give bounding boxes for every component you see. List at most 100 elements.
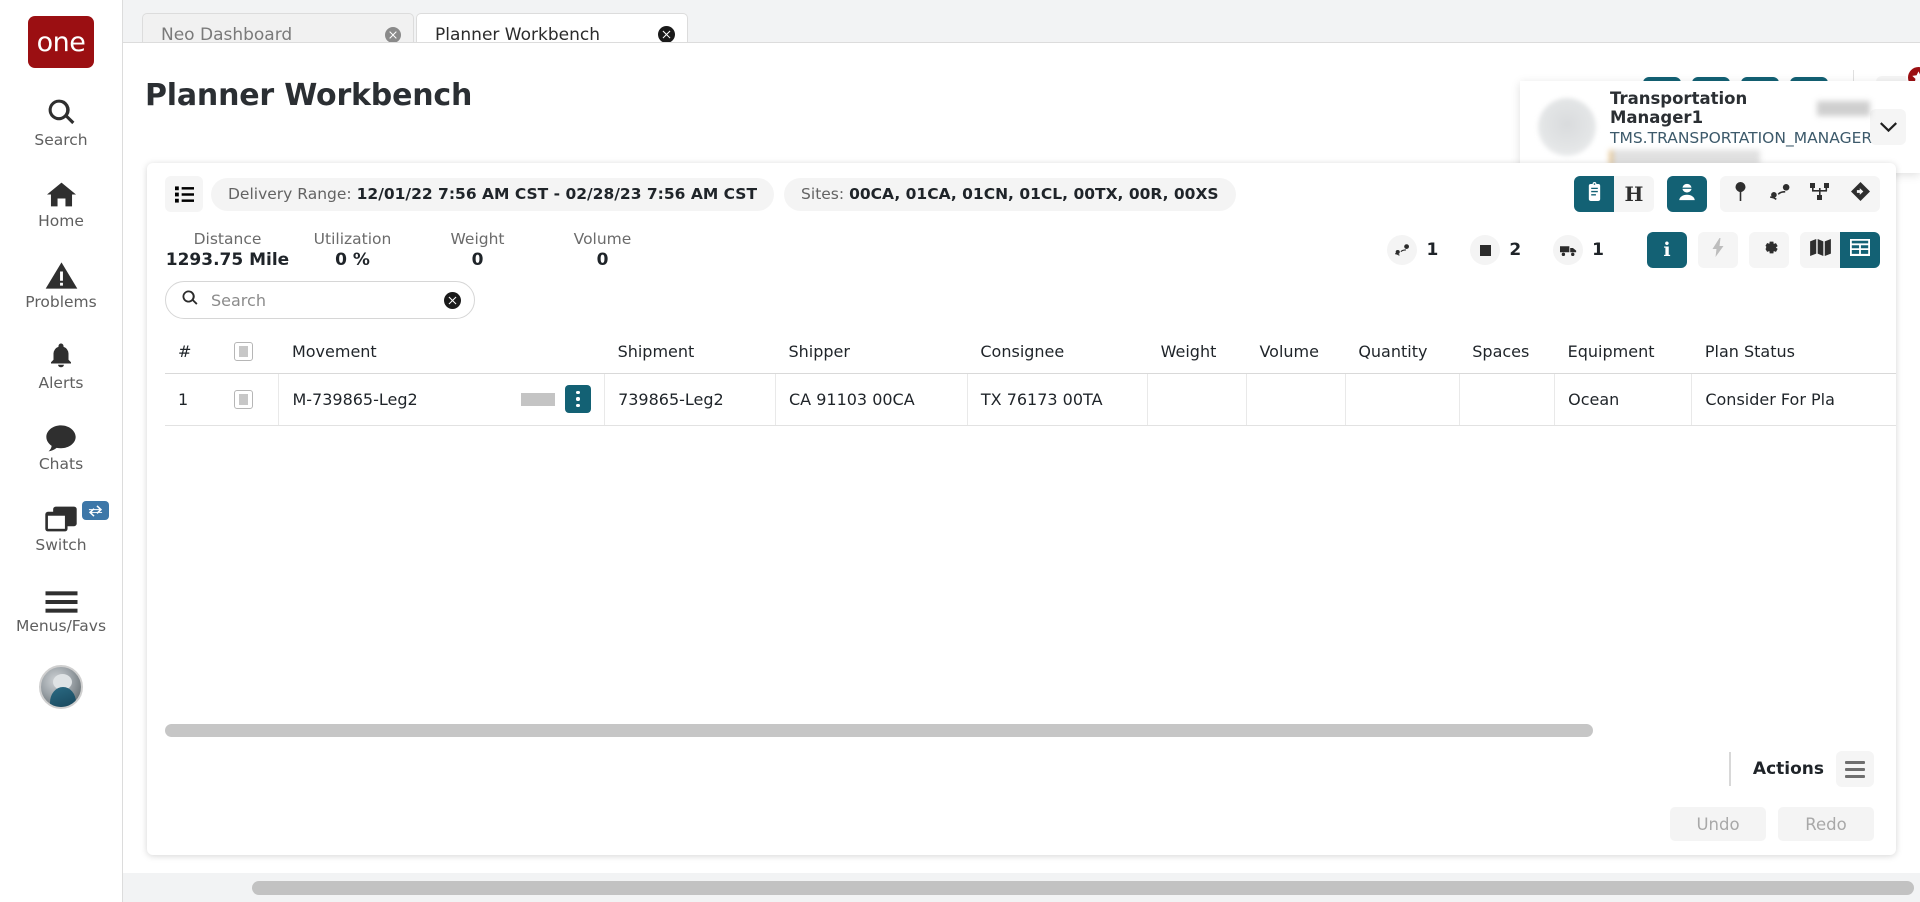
settings-button[interactable] xyxy=(1749,232,1789,268)
brand-logo[interactable]: one xyxy=(28,16,94,68)
avatar xyxy=(1538,98,1596,156)
stat-value: 1293.75 Mile xyxy=(165,250,290,270)
table-header-row: # Movement Shipment Shipper Consignee We… xyxy=(165,331,1896,374)
grid-view-button[interactable] xyxy=(1840,232,1880,268)
history-view-toggle[interactable]: H xyxy=(1614,176,1654,212)
stat-label: Volume xyxy=(573,230,632,248)
column-header-weight[interactable]: Weight xyxy=(1147,331,1247,374)
cell-quantity xyxy=(1345,373,1460,426)
column-header-equipment[interactable]: Equipment xyxy=(1554,331,1692,374)
info-panel-button[interactable]: i xyxy=(1647,232,1687,268)
stat-distance: Distance 1293.75 Mile xyxy=(165,230,290,270)
chevron-down-icon[interactable] xyxy=(1870,109,1906,145)
actions-menu-button[interactable] xyxy=(1836,751,1874,787)
column-header-movement[interactable]: Movement xyxy=(278,331,605,374)
cell-select[interactable] xyxy=(220,373,280,426)
user-profile-card[interactable]: Transportation Manager1 TMS.TRANSPORTATI… xyxy=(1520,81,1920,173)
close-circle-icon[interactable] xyxy=(385,26,401,43)
cell-consignee: TX 76173 00TA xyxy=(967,373,1149,426)
route-icon xyxy=(1769,183,1791,205)
sidebar-item-problems[interactable]: Problems xyxy=(0,252,122,311)
cell-shipper: CA 91103 00CA xyxy=(775,373,968,426)
sidebar-item-menus-favs[interactable]: Menus/Favs xyxy=(0,576,122,635)
close-circle-icon[interactable] xyxy=(444,291,461,309)
row-menu-button[interactable] xyxy=(565,385,592,413)
column-header-index[interactable]: # xyxy=(165,331,221,374)
column-header-select[interactable] xyxy=(220,331,279,374)
sidebar-item-label: Search xyxy=(34,131,88,149)
route-icon xyxy=(1387,235,1418,265)
stats-row: Distance 1293.75 Mile Utilization 0 % We… xyxy=(147,221,1896,279)
cell-volume xyxy=(1246,373,1346,426)
column-header-shipper[interactable]: Shipper xyxy=(775,331,968,374)
stats-right-tools: 1 2 1 i xyxy=(1387,232,1880,268)
filter-pill-delivery-range[interactable]: Delivery Range: 12/01/22 7:56 AM CST - 0… xyxy=(211,177,775,211)
close-circle-icon[interactable] xyxy=(658,26,675,43)
view-toggle-group xyxy=(1800,232,1880,268)
undo-button[interactable]: Undo xyxy=(1670,807,1766,841)
sidebar-item-label: Problems xyxy=(25,293,97,311)
search-input[interactable] xyxy=(211,290,444,310)
direction-tool[interactable] xyxy=(1840,176,1880,212)
column-header-quantity[interactable]: Quantity xyxy=(1345,331,1460,374)
results-table: # Movement Shipment Shipper Consignee We… xyxy=(165,331,1896,426)
sidebar-item-alerts[interactable]: Alerts xyxy=(0,333,122,392)
select-all-checkbox[interactable] xyxy=(233,342,253,362)
avatar[interactable] xyxy=(39,665,83,709)
hamburger-icon xyxy=(1845,760,1865,778)
route-tool[interactable] xyxy=(1760,176,1800,212)
sidebar-item-search[interactable]: Search xyxy=(0,90,122,149)
redo-button[interactable]: Redo xyxy=(1778,807,1874,841)
planner-person-icon xyxy=(1677,182,1697,207)
cell-index: 1 xyxy=(165,373,221,426)
workbench-card: Delivery Range: 12/01/22 7:56 AM CST - 0… xyxy=(147,163,1896,855)
cell-equipment: Ocean xyxy=(1554,373,1693,426)
list-icon[interactable] xyxy=(165,176,203,212)
sidebar-item-label: Alerts xyxy=(38,374,84,392)
sidebar-item-switch[interactable]: Switch xyxy=(0,495,122,554)
letter-h-icon: H xyxy=(1624,182,1644,206)
scrollbar-thumb[interactable] xyxy=(165,724,1593,737)
warning-triangle-icon xyxy=(45,252,78,290)
planner-persona-button[interactable] xyxy=(1667,176,1707,212)
results-table-wrapper: # Movement Shipment Shipper Consignee We… xyxy=(147,331,1896,723)
stat-label: Utilization xyxy=(313,230,392,248)
column-header-spaces[interactable]: Spaces xyxy=(1459,331,1555,374)
sidebar-item-home[interactable]: Home xyxy=(0,171,122,230)
map-view-button[interactable] xyxy=(1800,232,1840,268)
filter-pill-sites[interactable]: Sites: 00CA, 01CA, 01CN, 01CL, 00TX, 00R… xyxy=(784,177,1236,211)
windows-stack-icon xyxy=(44,495,78,533)
row-checkbox[interactable] xyxy=(233,389,253,409)
table-horizontal-scrollbar[interactable] xyxy=(165,724,1870,737)
column-header-shipment[interactable]: Shipment xyxy=(604,331,776,374)
user-info: Transportation Manager1 TMS.TRANSPORTATI… xyxy=(1610,89,1872,165)
swap-arrows-icon[interactable] xyxy=(82,501,109,520)
actions-label[interactable]: Actions xyxy=(1753,759,1824,779)
scrollbar-thumb[interactable] xyxy=(252,880,1914,895)
pill-key: Sites: xyxy=(801,185,845,203)
sidebar-item-chats[interactable]: Chats xyxy=(0,414,122,473)
optimize-button[interactable] xyxy=(1698,232,1738,268)
map-pin-tool[interactable] xyxy=(1720,176,1760,212)
movement-id: M-739865-Leg2 xyxy=(292,389,418,409)
column-header-volume[interactable]: Volume xyxy=(1246,331,1346,374)
view-mode-segment-group: H xyxy=(1574,176,1654,212)
count-value: 1 xyxy=(1426,240,1439,260)
page-horizontal-scrollbar[interactable] xyxy=(246,873,1920,902)
cell-spaces xyxy=(1459,373,1556,426)
table-row[interactable]: 1 M-739865-Leg2 739865-Leg2 CA 91103 00C… xyxy=(165,373,1896,426)
user-name-text: Transportation Manager1 xyxy=(1610,89,1748,127)
sidebar-item-label: Menus/Favs xyxy=(15,617,107,635)
clipboard-view-toggle[interactable] xyxy=(1574,176,1614,212)
column-header-consignee[interactable]: Consignee xyxy=(967,331,1148,374)
truck-count: 1 xyxy=(1553,235,1604,265)
info-icon: i xyxy=(1663,239,1671,261)
search-icon xyxy=(181,289,199,312)
column-header-plan-status[interactable]: Plan Status xyxy=(1691,331,1896,374)
home-icon xyxy=(45,171,78,209)
cell-movement: M-739865-Leg2 xyxy=(278,373,606,426)
search-box[interactable] xyxy=(165,281,475,319)
sidebar-item-label: Chats xyxy=(38,455,84,473)
network-tool[interactable] xyxy=(1800,176,1840,212)
network-icon xyxy=(1810,183,1830,205)
